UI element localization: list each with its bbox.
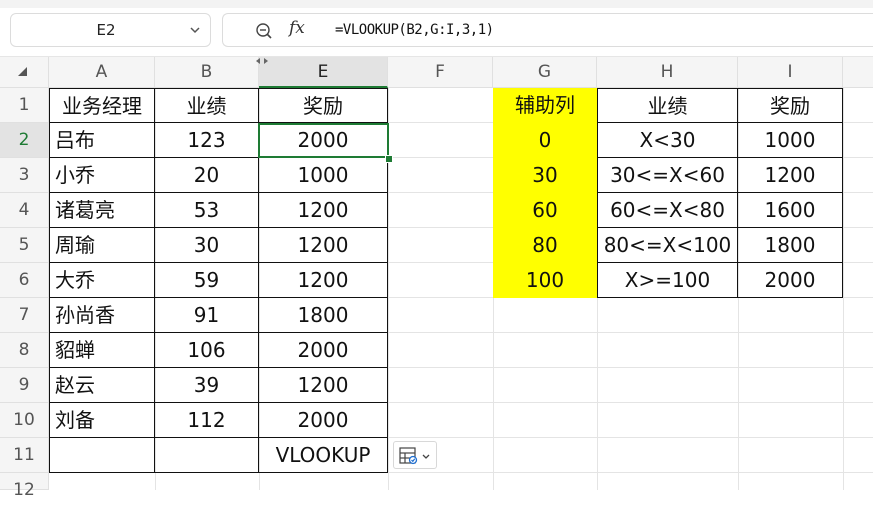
cell-e11[interactable]: VLOOKUP bbox=[259, 438, 388, 473]
cell-h3[interactable]: 30<=X<60 bbox=[597, 158, 738, 193]
cell-a11[interactable] bbox=[49, 438, 155, 473]
cell-b3[interactable]: 20 bbox=[155, 158, 259, 193]
name-box-value: E2 bbox=[96, 21, 116, 39]
cell-h1[interactable]: 业绩 bbox=[597, 88, 738, 123]
cell-a9[interactable]: 赵云 bbox=[49, 368, 155, 403]
cell-g6[interactable]: 100 bbox=[493, 263, 597, 298]
column-header-next[interactable] bbox=[843, 57, 873, 88]
cell-b4[interactable]: 53 bbox=[155, 193, 259, 228]
chevron-down-icon[interactable] bbox=[188, 23, 202, 37]
row-header-6[interactable]: 6 bbox=[0, 263, 49, 298]
column-header-f[interactable]: F bbox=[388, 57, 493, 88]
cell-b6[interactable]: 59 bbox=[155, 263, 259, 298]
cell-e7[interactable]: 1800 bbox=[259, 298, 388, 333]
cell-a8[interactable]: 貂蝉 bbox=[49, 333, 155, 368]
cell-b10[interactable]: 112 bbox=[155, 403, 259, 438]
row-header-9[interactable]: 9 bbox=[0, 368, 49, 403]
gridline bbox=[843, 88, 844, 490]
cell-i4[interactable]: 1600 bbox=[738, 193, 843, 228]
quick-analysis-icon bbox=[399, 447, 430, 465]
window-top-strip bbox=[0, 0, 873, 8]
cell-b11[interactable] bbox=[155, 438, 259, 473]
cell-b5[interactable]: 30 bbox=[155, 228, 259, 263]
quick-analysis-button[interactable] bbox=[393, 441, 437, 469]
cell-b9[interactable]: 39 bbox=[155, 368, 259, 403]
formula-bar[interactable]: fx =VLOOKUP(B2,G:I,3,1) bbox=[222, 13, 873, 47]
row-header-3[interactable]: 3 bbox=[0, 158, 49, 193]
select-all-corner[interactable] bbox=[0, 57, 49, 88]
cell-e5[interactable]: 1200 bbox=[259, 228, 388, 263]
cell-g5[interactable]: 80 bbox=[493, 228, 597, 263]
cell-e1[interactable]: 奖励 bbox=[259, 88, 388, 123]
column-header-g[interactable]: G bbox=[493, 57, 597, 88]
hidden-columns-icon[interactable] bbox=[255, 57, 269, 65]
cell-e8[interactable]: 2000 bbox=[259, 333, 388, 368]
cell-h2[interactable]: X<30 bbox=[597, 123, 738, 158]
cell-i2[interactable]: 1000 bbox=[738, 123, 843, 158]
row-header-4[interactable]: 4 bbox=[0, 193, 49, 228]
cell-a7[interactable]: 孙尚香 bbox=[49, 298, 155, 333]
cell-e6[interactable]: 1200 bbox=[259, 263, 388, 298]
formula-input[interactable]: =VLOOKUP(B2,G:I,3,1) bbox=[335, 22, 494, 38]
cell-e4[interactable]: 1200 bbox=[259, 193, 388, 228]
cell-h6[interactable]: X>=100 bbox=[597, 263, 738, 298]
cell-a4[interactable]: 诸葛亮 bbox=[49, 193, 155, 228]
cell-i5[interactable]: 1800 bbox=[738, 228, 843, 263]
cell-a2[interactable]: 吕布 bbox=[49, 123, 155, 158]
cell-b8[interactable]: 106 bbox=[155, 333, 259, 368]
row-header-2[interactable]: 2 bbox=[0, 123, 49, 158]
cell-g4[interactable]: 60 bbox=[493, 193, 597, 228]
zoom-icon[interactable] bbox=[255, 22, 273, 40]
name-box[interactable]: E2 bbox=[10, 13, 211, 47]
cell-i1[interactable]: 奖励 bbox=[738, 88, 843, 123]
function-icon[interactable]: fx bbox=[289, 18, 305, 38]
cell-a10[interactable]: 刘备 bbox=[49, 403, 155, 438]
row-header-5[interactable]: 5 bbox=[0, 228, 49, 263]
cell-g1[interactable]: 辅助列 bbox=[493, 88, 597, 123]
column-header-e[interactable]: E bbox=[259, 57, 388, 88]
cell-a6[interactable]: 大乔 bbox=[49, 263, 155, 298]
cell-a1[interactable]: 业务经理 bbox=[49, 88, 155, 123]
cell-g2[interactable]: 0 bbox=[493, 123, 597, 158]
row-header-11[interactable]: 11 bbox=[0, 438, 49, 473]
cell-b2[interactable]: 123 bbox=[155, 123, 259, 158]
column-header-b[interactable]: B bbox=[155, 57, 259, 88]
cell-e10[interactable]: 2000 bbox=[259, 403, 388, 438]
cell-i3[interactable]: 1200 bbox=[738, 158, 843, 193]
active-cell-selection bbox=[258, 123, 389, 158]
cell-b7[interactable]: 91 bbox=[155, 298, 259, 333]
cell-b1[interactable]: 业绩 bbox=[155, 88, 259, 123]
cell-e3[interactable]: 1000 bbox=[259, 158, 388, 193]
cell-i6[interactable]: 2000 bbox=[738, 263, 843, 298]
cell-a3[interactable]: 小乔 bbox=[49, 158, 155, 193]
cell-e9[interactable]: 1200 bbox=[259, 368, 388, 403]
column-header-i[interactable]: I bbox=[738, 57, 843, 88]
row-header-12[interactable]: 12 bbox=[0, 473, 49, 500]
row-header-10[interactable]: 10 bbox=[0, 403, 49, 438]
cell-h4[interactable]: 60<=X<80 bbox=[597, 193, 738, 228]
cell-a5[interactable]: 周瑜 bbox=[49, 228, 155, 263]
column-header-h[interactable]: H bbox=[597, 57, 738, 88]
cell-g3[interactable]: 30 bbox=[493, 158, 597, 193]
column-header-a[interactable]: A bbox=[49, 57, 155, 88]
row-header-7[interactable]: 7 bbox=[0, 298, 49, 333]
row-header-1[interactable]: 1 bbox=[0, 88, 49, 123]
row-header-8[interactable]: 8 bbox=[0, 333, 49, 368]
fill-handle[interactable] bbox=[385, 155, 393, 163]
cell-h5[interactable]: 80<=X<100 bbox=[597, 228, 738, 263]
